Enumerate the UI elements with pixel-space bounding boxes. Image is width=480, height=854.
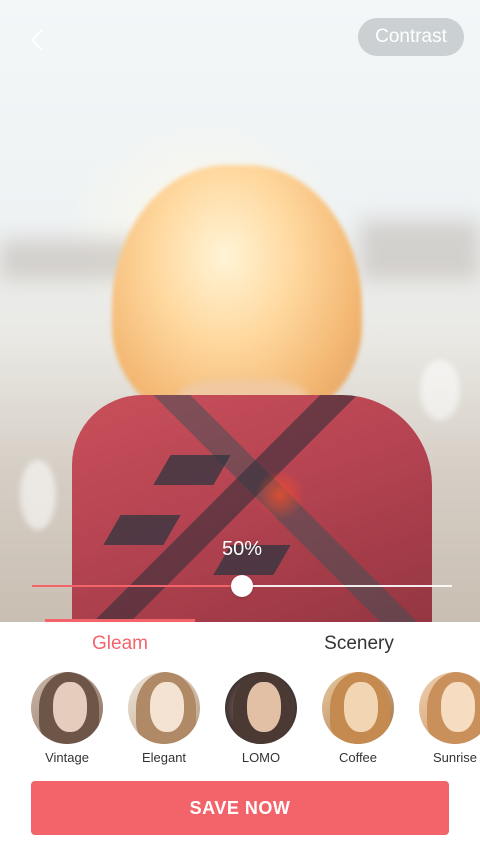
filter-label: Sunrise: [432, 750, 478, 765]
lens-flare: [255, 470, 305, 520]
filter-thumbnail: [225, 672, 297, 744]
tab-scenery[interactable]: Scenery: [284, 622, 434, 666]
filter-label: Coffee: [338, 750, 378, 765]
slider-fill: [32, 585, 242, 587]
tab-gleam[interactable]: Gleam: [45, 622, 195, 666]
filter-label: Vintage: [45, 750, 89, 765]
filter-sunrise[interactable]: Sunrise: [410, 672, 480, 765]
photo-preview: [0, 0, 480, 622]
portrait-face: [344, 682, 378, 732]
background-haze: [360, 220, 480, 280]
portrait-face: [247, 682, 281, 732]
portrait-face: [53, 682, 87, 732]
filter-thumbnail: [419, 672, 480, 744]
slider-thumb[interactable]: [231, 575, 253, 597]
intensity-slider[interactable]: [32, 575, 452, 597]
portrait-face: [441, 682, 475, 732]
save-now-button[interactable]: SAVE NOW: [31, 781, 449, 835]
filter-lomo[interactable]: LOMO: [216, 672, 306, 765]
filter-label: Elegant: [141, 750, 187, 765]
contrast-button[interactable]: Contrast: [358, 18, 464, 56]
filter-vintage[interactable]: Vintage: [22, 672, 112, 765]
filter-coffee[interactable]: Coffee: [313, 672, 403, 765]
filter-thumbnail: [31, 672, 103, 744]
blanket-pattern: [153, 455, 231, 485]
bokeh-light: [20, 460, 56, 530]
portrait-face: [150, 682, 184, 732]
bokeh-light: [420, 360, 460, 420]
filter-elegant[interactable]: Elegant: [119, 672, 209, 765]
intensity-percent-label: 50%: [221, 538, 263, 560]
blanket-pattern: [103, 515, 181, 545]
filter-label: LOMO: [241, 750, 281, 765]
back-button[interactable]: [22, 24, 54, 56]
chevron-left-icon: [30, 29, 43, 51]
filter-thumbnail: [128, 672, 200, 744]
filter-thumbnail: [322, 672, 394, 744]
